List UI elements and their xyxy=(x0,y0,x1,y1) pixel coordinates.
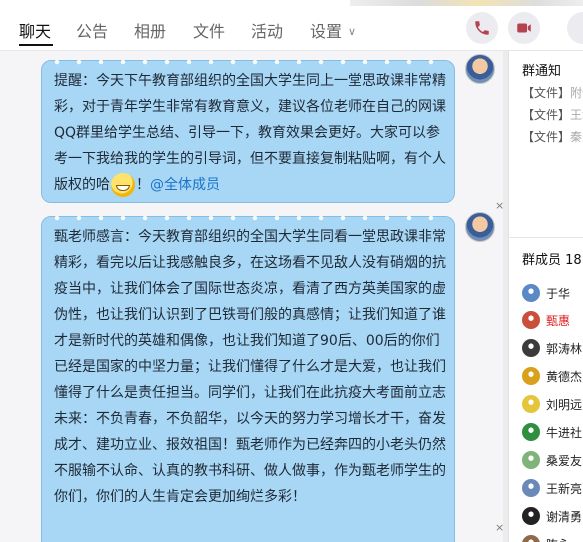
top-tab-bar: 聊天 公告 相册 文件 活动 设置 ∨ xyxy=(0,0,583,51)
member-avatar xyxy=(522,311,540,329)
group-notice-title: 群通知 xyxy=(522,64,562,79)
member-name: 王新亮 xyxy=(546,481,583,496)
voice-call-button[interactable] xyxy=(466,12,498,44)
sender-avatar[interactable] xyxy=(465,212,495,242)
member-name: 谢清勇 xyxy=(546,509,583,524)
chevron-down-icon: ∨ xyxy=(348,25,357,38)
member-item[interactable]: 桑爱友 xyxy=(522,450,582,470)
member-avatar xyxy=(522,395,540,413)
active-tab-indicator xyxy=(19,44,53,46)
tab-activities[interactable]: 活动 xyxy=(251,18,283,42)
video-camera-icon xyxy=(517,23,531,33)
notice-text: 秦重 xyxy=(570,130,583,144)
member-item[interactable]: 郭涛林 xyxy=(522,338,582,358)
member-avatar xyxy=(522,535,540,542)
more-options-button[interactable] xyxy=(567,12,583,44)
member-avatar xyxy=(522,367,540,385)
notice-item[interactable]: 【文件】秦重 xyxy=(522,128,583,145)
group-members-title: 群成员 18 xyxy=(522,253,582,268)
member-avatar xyxy=(522,479,540,497)
tab-announcements[interactable]: 公告 xyxy=(76,18,108,42)
video-call-button[interactable] xyxy=(508,12,540,44)
sidebar-divider xyxy=(509,237,583,238)
mention-all-members[interactable]: @全体成员 xyxy=(150,177,220,193)
member-name: 桑爱友 xyxy=(546,453,583,468)
member-item[interactable]: 刘明远 xyxy=(522,394,582,414)
message-bubble[interactable]: 提醒：今天下午教育部组织的全国大学生同上一堂思政课非常精彩，对于青年学生非常有教… xyxy=(41,58,455,203)
message-punctuation: ！ xyxy=(136,177,150,193)
notice-tag: 【文件】 xyxy=(522,86,571,100)
member-item[interactable]: 王新亮 xyxy=(522,478,582,498)
tab-chat[interactable]: 聊天 xyxy=(19,18,51,42)
header-banner-strip xyxy=(350,0,583,6)
message-bubble[interactable]: 甄老师感言：今天教育部组织的全国大学生同看一堂思政课非常精彩，看完以后让我感触良… xyxy=(41,214,455,542)
bubble-decoration xyxy=(46,58,450,66)
notice-text: 附件 xyxy=(570,86,583,100)
member-name: 黄德杰 xyxy=(546,369,583,384)
member-item[interactable]: 黄德杰 xyxy=(522,366,582,386)
member-item[interactable]: 甄惠 xyxy=(522,310,570,330)
member-name: 陈永 xyxy=(546,536,570,542)
message-text: 提醒：今天下午教育部组织的全国大学生同上一堂思政课非常精彩，对于青年学生非常有教… xyxy=(54,73,446,193)
notice-text: 王城 xyxy=(570,108,583,122)
member-avatar xyxy=(522,451,540,469)
member-avatar xyxy=(522,423,540,441)
notice-item[interactable]: 【文件】附件 xyxy=(522,84,583,101)
grin-emoji-icon xyxy=(111,173,135,197)
tab-album[interactable]: 相册 xyxy=(134,18,166,42)
member-item[interactable]: 牛进社 xyxy=(522,422,582,442)
bubble-decoration xyxy=(46,214,450,222)
sender-avatar[interactable] xyxy=(465,54,495,84)
tab-settings-label: 设置 xyxy=(310,22,343,41)
member-avatar xyxy=(522,284,540,302)
member-item[interactable]: 陈永 xyxy=(522,534,570,542)
notice-item[interactable]: 【文件】王城 xyxy=(522,106,583,123)
tab-files[interactable]: 文件 xyxy=(193,18,225,42)
notice-tag: 【文件】 xyxy=(522,130,571,144)
member-name: 甄惠 xyxy=(546,313,571,328)
tab-settings[interactable]: 设置 ∨ xyxy=(310,18,356,42)
notice-tag: 【文件】 xyxy=(522,108,571,122)
message-text: 甄老师感言：今天教育部组织的全国大学生同看一堂思政课非常精彩，看完以后让我感触良… xyxy=(54,229,446,505)
member-name: 郭涛林 xyxy=(546,341,583,356)
member-item[interactable]: 谢清勇 xyxy=(522,506,582,526)
member-avatar xyxy=(522,507,540,525)
phone-icon xyxy=(475,21,489,35)
chat-message-area[interactable]: 提醒：今天下午教育部组织的全国大学生同上一堂思政课非常精彩，对于青年学生非常有教… xyxy=(0,51,508,542)
member-name: 牛进社 xyxy=(546,425,583,440)
member-avatar xyxy=(522,339,540,357)
group-sidebar: 群通知 【文件】附件 【文件】王城 【文件】秦重 群成员 18 于华甄惠郭涛林黄… xyxy=(508,51,583,542)
member-name: 于华 xyxy=(546,286,571,301)
member-item[interactable]: 于华 xyxy=(522,283,570,303)
member-name: 刘明远 xyxy=(546,397,583,412)
